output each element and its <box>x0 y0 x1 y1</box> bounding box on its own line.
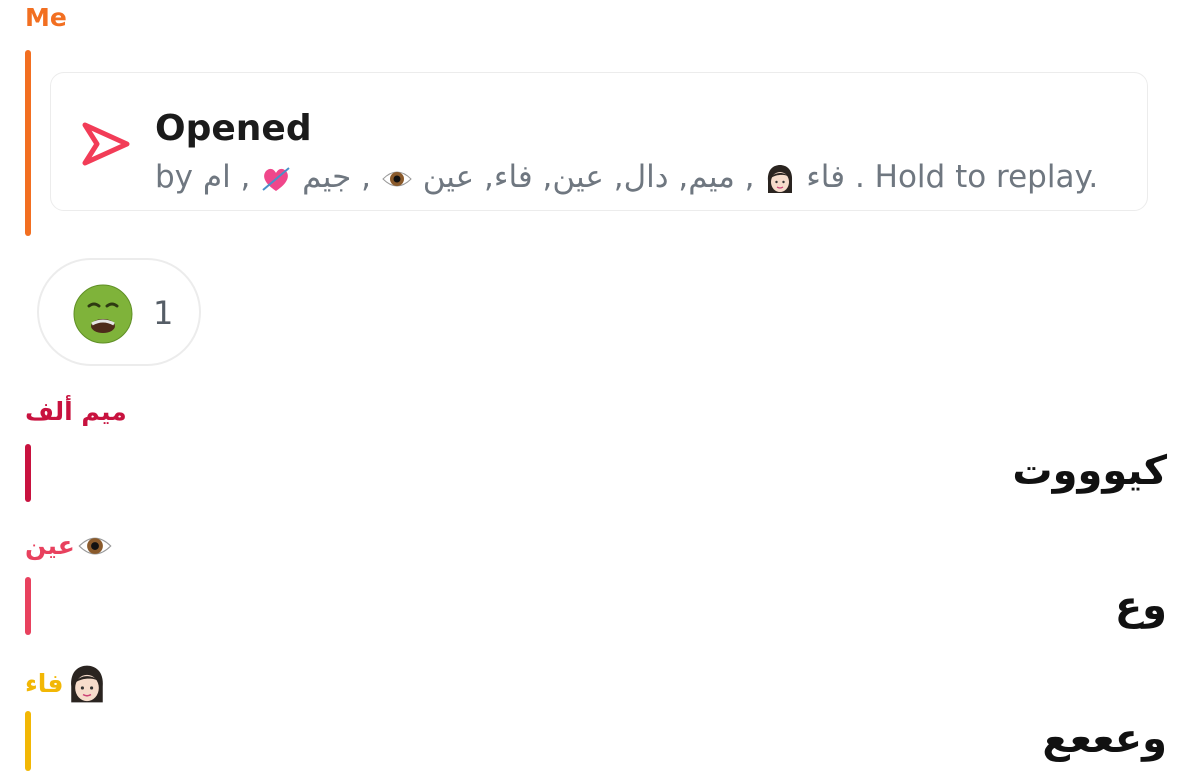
snap-status-card[interactable]: Opened by فاء , ميم, دال, عين, فاء, عين … <box>50 72 1148 211</box>
sender-name-3-row: فاء <box>25 664 108 704</box>
sender-name-3: فاء <box>25 669 64 698</box>
message-text-1: كيوووت <box>1012 448 1167 494</box>
reaction-pill[interactable]: 1 <box>37 258 201 366</box>
subtitle-name-4: , ام <box>202 159 251 195</box>
subtitle-name-1: فاء <box>806 159 846 195</box>
sender-name-me: Me <box>25 3 67 32</box>
card-title: Opened <box>155 108 312 149</box>
message-text-3: وعععع <box>1042 716 1167 762</box>
message-text-2: وع <box>1114 583 1167 629</box>
eye-icon <box>382 171 412 186</box>
sender-bar-3 <box>25 711 31 771</box>
subtitle-name-2: , ميم, دال, عين, فاء, عين <box>422 159 755 195</box>
heart-arrow-icon <box>262 166 290 191</box>
sender-bar-2 <box>25 577 31 635</box>
nauseated-face-icon <box>73 284 133 344</box>
sender-name-2-row: عين <box>25 528 113 564</box>
card-subtitle: by فاء , ميم, دال, عين, فاء, عين , جيم ,… <box>155 157 1098 197</box>
subtitle-name-3: , جيم <box>302 159 371 195</box>
eye-icon <box>78 537 112 555</box>
woman-face-icon <box>768 164 793 193</box>
sender-bar-me <box>25 50 31 236</box>
sender-bar-1 <box>25 444 31 502</box>
subtitle-prefix: by <box>155 159 194 195</box>
subtitle-suffix: . Hold to replay. <box>854 159 1099 195</box>
woman-face-icon <box>70 665 103 703</box>
reaction-count: 1 <box>153 294 174 332</box>
sender-name-1: ميم ألف <box>25 397 127 426</box>
sender-name-2: عين <box>25 531 75 560</box>
open-arrow-icon <box>82 122 130 166</box>
